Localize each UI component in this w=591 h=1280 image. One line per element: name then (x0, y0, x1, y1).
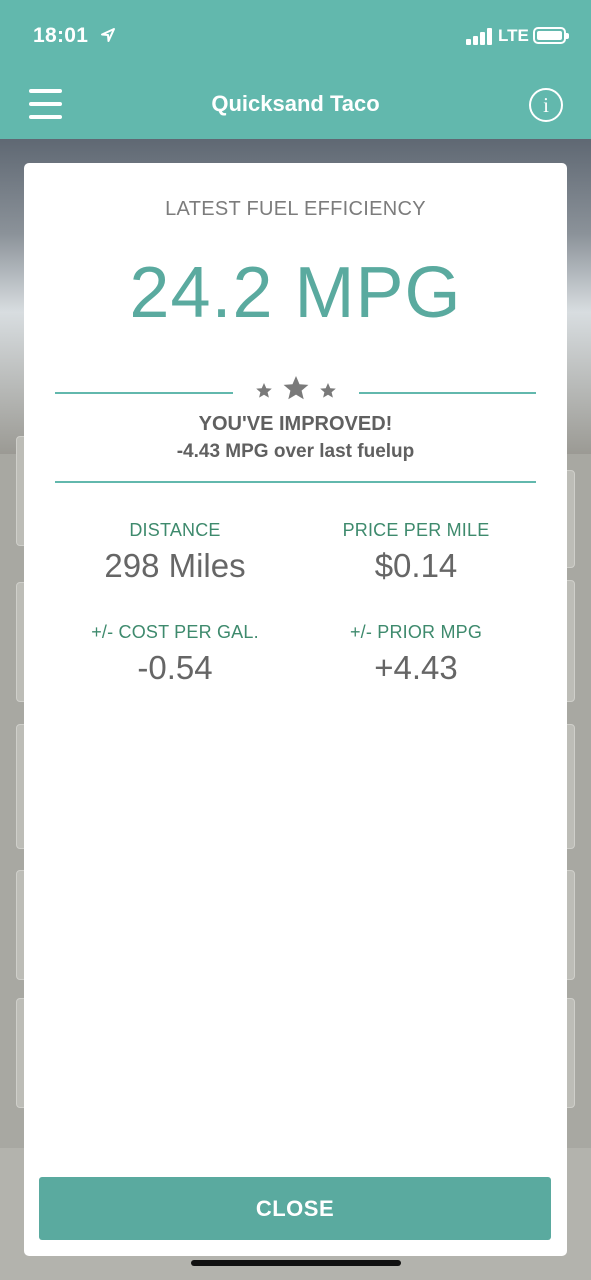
home-indicator[interactable] (191, 1260, 401, 1266)
stat-label: DISTANCE (129, 520, 221, 540)
page-title: Quicksand Taco (211, 91, 380, 116)
star-icon (320, 383, 336, 398)
stat-cost-per-gal: +/- COST PER GAL. -0.54 (55, 622, 295, 687)
star-icon (256, 383, 272, 398)
improved-title: YOU'VE IMPROVED! (198, 413, 393, 435)
stat-label: PRICE PER MILE (342, 520, 490, 540)
stat-label: +/- PRIOR MPG (349, 622, 483, 642)
mpg-value: 24.2 MPG (129, 253, 462, 333)
divider-right (359, 392, 536, 394)
stat-distance: DISTANCE 298 Miles (55, 520, 295, 585)
modal-heading: LATEST FUEL EFFICIENCY (165, 198, 426, 220)
stat-value: -0.54 (137, 649, 213, 686)
divider-bottom (55, 481, 536, 483)
location-arrow-icon (101, 28, 115, 42)
top-bar: 18:01 LTE Quicksand Taco i (0, 0, 591, 139)
improved-subtitle: -4.43 MPG over last fuelup (176, 441, 415, 462)
signal-icon (466, 28, 494, 45)
star-icon (283, 376, 309, 400)
stat-value: $0.14 (374, 547, 458, 584)
stat-price-per-mile: PRICE PER MILE $0.14 (296, 520, 536, 585)
stat-prior-mpg: +/- PRIOR MPG +4.43 (296, 622, 536, 687)
stat-value: +4.43 (374, 649, 458, 686)
stat-value: 298 Miles (104, 547, 246, 584)
stat-label: +/- COST PER GAL. (91, 622, 259, 642)
battery-icon (533, 27, 569, 44)
divider-left (55, 392, 233, 394)
status-time: 18:01 (33, 24, 89, 47)
close-button[interactable]: CLOSE (39, 1177, 551, 1240)
network-label: LTE (498, 26, 529, 45)
rating-stars (256, 376, 336, 400)
info-button[interactable]: i (529, 88, 563, 122)
